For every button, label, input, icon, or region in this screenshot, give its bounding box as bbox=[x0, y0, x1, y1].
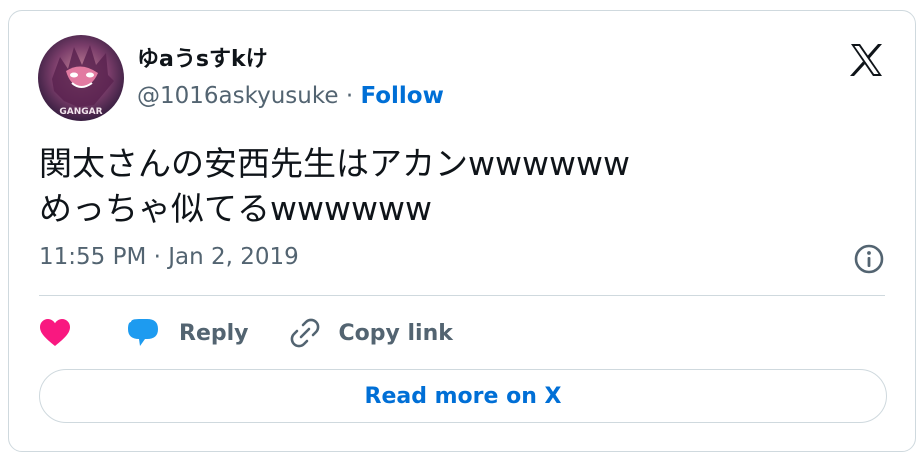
display-name[interactable]: ゆaうsすkけ bbox=[137, 41, 268, 73]
handle-row: @1016askyusuke · Follow bbox=[137, 83, 444, 109]
reply-label: Reply bbox=[179, 320, 249, 346]
copy-link-label: Copy link bbox=[338, 320, 453, 346]
speech-bubble-icon bbox=[128, 319, 158, 346]
avatar[interactable]: GANGAR bbox=[38, 35, 124, 121]
info-icon[interactable] bbox=[853, 243, 885, 275]
avatar-image: GANGAR bbox=[38, 35, 124, 121]
handle[interactable]: @1016askyusuke bbox=[137, 83, 339, 109]
heart-icon bbox=[40, 319, 70, 346]
divider bbox=[39, 295, 885, 296]
like-button[interactable] bbox=[39, 318, 71, 348]
separator: · bbox=[338, 83, 361, 109]
avatar-text: GANGAR bbox=[59, 107, 102, 117]
follow-button[interactable]: Follow bbox=[360, 83, 443, 109]
tweet-text: 関太さんの安西先生はアカンwwwwww めっちゃ似てるwwwwww bbox=[39, 141, 879, 231]
link-icon bbox=[290, 318, 319, 348]
action-bar: Reply Copy link bbox=[39, 311, 453, 355]
copy-link-button[interactable]: Copy link bbox=[289, 317, 453, 349]
tweet-line: めっちゃ似てるwwwwww bbox=[39, 189, 432, 228]
x-logo-icon[interactable] bbox=[847, 41, 885, 79]
read-more-button[interactable]: Read more on X bbox=[39, 369, 887, 423]
tweet-line: 関太さんの安西先生はアカンwwwwww bbox=[39, 144, 630, 183]
tweet-card: GANGAR ゆaうsすkけ @1016askyusuke · Follow 関… bbox=[8, 10, 916, 452]
reply-button[interactable]: Reply bbox=[127, 318, 249, 348]
timestamp[interactable]: 11:55 PM · Jan 2, 2019 bbox=[39, 244, 299, 270]
